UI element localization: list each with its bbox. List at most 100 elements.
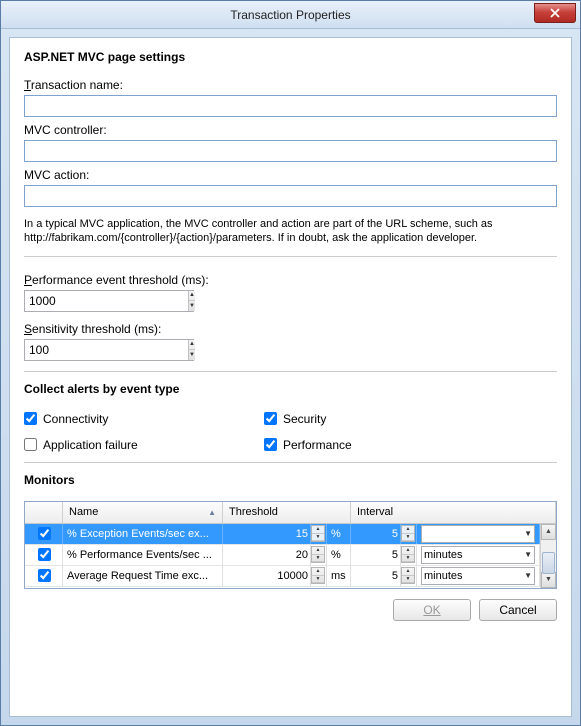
app-failure-label: Application failure [43, 438, 138, 452]
scroll-track[interactable] [541, 540, 556, 572]
spin-down-icon[interactable]: ▼ [312, 534, 324, 542]
row-interval[interactable]: 5 [351, 524, 401, 544]
mvc-action-input[interactable] [24, 185, 557, 207]
row-name: % Exception Events/sec ex... [63, 524, 223, 544]
row-threshold-spin[interactable]: ▲▼ [311, 545, 327, 565]
row-interval[interactable]: 5 [351, 566, 401, 586]
row-threshold-spin[interactable]: ▲▼ [311, 566, 327, 586]
spin-up-icon[interactable]: ▲ [402, 526, 414, 534]
row-interval-unit-cell: minutes▼ [417, 524, 540, 544]
col-name[interactable]: Name ▲ [63, 502, 223, 523]
transaction-name-label: Transaction name: [24, 78, 557, 92]
window-title: Transaction Properties [1, 8, 580, 22]
app-failure-checkbox-input[interactable] [24, 438, 37, 451]
row-interval-unit-cell: minutes▼ [417, 566, 540, 586]
content-frame: ASP.NET MVC page settings Transaction na… [9, 37, 572, 717]
sens-threshold-input[interactable] [25, 340, 188, 360]
scrollbar[interactable]: ▲ ▼ [540, 524, 556, 588]
chevron-down-icon: ▼ [524, 529, 532, 538]
row-interval-unit-cell: minutes▼ [417, 545, 540, 565]
spin-up-icon[interactable]: ▲ [312, 568, 324, 576]
table-row[interactable]: % Performance Events/sec ...20▲▼%5▲▼minu… [25, 545, 540, 566]
row-threshold[interactable]: 10000 [223, 566, 311, 586]
row-threshold[interactable]: 20 [223, 545, 311, 565]
row-interval[interactable]: 5 [351, 545, 401, 565]
spin-up-icon[interactable]: ▲ [312, 526, 324, 534]
performance-label: Performance [283, 438, 352, 452]
scroll-thumb[interactable] [542, 552, 555, 574]
mvc-controller-input[interactable] [24, 140, 557, 162]
cancel-button[interactable]: Cancel [479, 599, 557, 621]
sens-threshold-label: Sensitivity threshold (ms): [24, 322, 557, 336]
monitors-heading: Monitors [24, 473, 557, 487]
spin-down-icon[interactable]: ▼ [189, 301, 195, 311]
spin-up-icon[interactable]: ▲ [402, 568, 414, 576]
row-checkbox-cell [25, 566, 63, 586]
dialog-window: Transaction Properties ASP.NET MVC page … [0, 0, 581, 726]
connectivity-checkbox[interactable]: Connectivity [24, 412, 264, 426]
security-checkbox[interactable]: Security [264, 412, 326, 426]
perf-threshold-spinner[interactable]: ▲ ▼ [188, 291, 195, 311]
row-interval-spin[interactable]: ▲▼ [401, 566, 417, 586]
divider [24, 462, 557, 463]
row-checkbox-cell [25, 545, 63, 565]
mvc-action-label: MVC action: [24, 168, 557, 182]
dialog-footer: OK Cancel [24, 599, 557, 621]
spin-down-icon[interactable]: ▼ [402, 576, 414, 584]
spin-up-icon[interactable]: ▲ [189, 291, 195, 302]
app-failure-checkbox[interactable]: Application failure [24, 438, 264, 452]
col-threshold[interactable]: Threshold [223, 502, 351, 523]
ok-button[interactable]: OK [393, 599, 471, 621]
interval-unit-select[interactable]: minutes▼ [421, 525, 535, 543]
spin-down-icon[interactable]: ▼ [189, 350, 195, 360]
col-threshold-label: Threshold [229, 506, 278, 518]
spin-up-icon[interactable]: ▲ [189, 340, 195, 351]
spin-up-icon[interactable]: ▲ [312, 547, 324, 555]
spin-down-icon[interactable]: ▼ [402, 555, 414, 563]
cancel-label: Cancel [499, 603, 536, 617]
row-threshold-unit: % [327, 545, 351, 565]
row-threshold-unit: % [327, 524, 351, 544]
page-settings-heading: ASP.NET MVC page settings [24, 50, 557, 64]
close-button[interactable] [534, 3, 576, 23]
security-label: Security [283, 412, 326, 426]
security-checkbox-input[interactable] [264, 412, 277, 425]
scroll-down-icon[interactable]: ▼ [541, 572, 556, 588]
row-threshold[interactable]: 15 [223, 524, 311, 544]
interval-unit-select[interactable]: minutes▼ [421, 567, 535, 585]
sens-threshold-stepper[interactable]: ▲ ▼ [24, 339, 194, 361]
spin-down-icon[interactable]: ▼ [312, 555, 324, 563]
row-threshold-spin[interactable]: ▲▼ [311, 524, 327, 544]
monitors-body: % Exception Events/sec ex...15▲▼%5▲▼minu… [25, 524, 540, 588]
scroll-up-icon[interactable]: ▲ [541, 524, 556, 540]
titlebar: Transaction Properties [1, 1, 580, 29]
table-row[interactable]: % Exception Events/sec ex...15▲▼%5▲▼minu… [25, 524, 540, 545]
row-interval-spin[interactable]: ▲▼ [401, 524, 417, 544]
perf-threshold-stepper[interactable]: ▲ ▼ [24, 290, 194, 312]
performance-checkbox[interactable]: Performance [264, 438, 352, 452]
spin-down-icon[interactable]: ▼ [402, 534, 414, 542]
perf-threshold-input[interactable] [25, 291, 188, 311]
sens-threshold-spinner[interactable]: ▲ ▼ [188, 340, 195, 360]
table-row[interactable]: Average Request Time exc...10000▲▼ms5▲▼m… [25, 566, 540, 587]
alert-row-2: Application failure Performance [24, 438, 557, 452]
col-interval-label: Interval [357, 506, 393, 518]
spin-up-icon[interactable]: ▲ [402, 547, 414, 555]
ok-label: OK [423, 603, 440, 617]
performance-checkbox-input[interactable] [264, 438, 277, 451]
divider [24, 371, 557, 372]
row-checkbox[interactable] [38, 527, 51, 540]
col-interval[interactable]: Interval [351, 502, 556, 523]
spin-down-icon[interactable]: ▼ [312, 576, 324, 584]
perf-threshold-label: Performance event threshold (ms): [24, 273, 557, 287]
interval-unit-select[interactable]: minutes▼ [421, 546, 535, 564]
row-checkbox[interactable] [38, 548, 51, 561]
transaction-name-input[interactable] [24, 95, 557, 117]
connectivity-checkbox-input[interactable] [24, 412, 37, 425]
chevron-down-icon: ▼ [524, 571, 532, 580]
connectivity-label: Connectivity [43, 412, 108, 426]
divider [24, 256, 557, 257]
row-checkbox[interactable] [38, 569, 51, 582]
row-interval-spin[interactable]: ▲▼ [401, 545, 417, 565]
col-checkbox[interactable] [25, 502, 63, 523]
